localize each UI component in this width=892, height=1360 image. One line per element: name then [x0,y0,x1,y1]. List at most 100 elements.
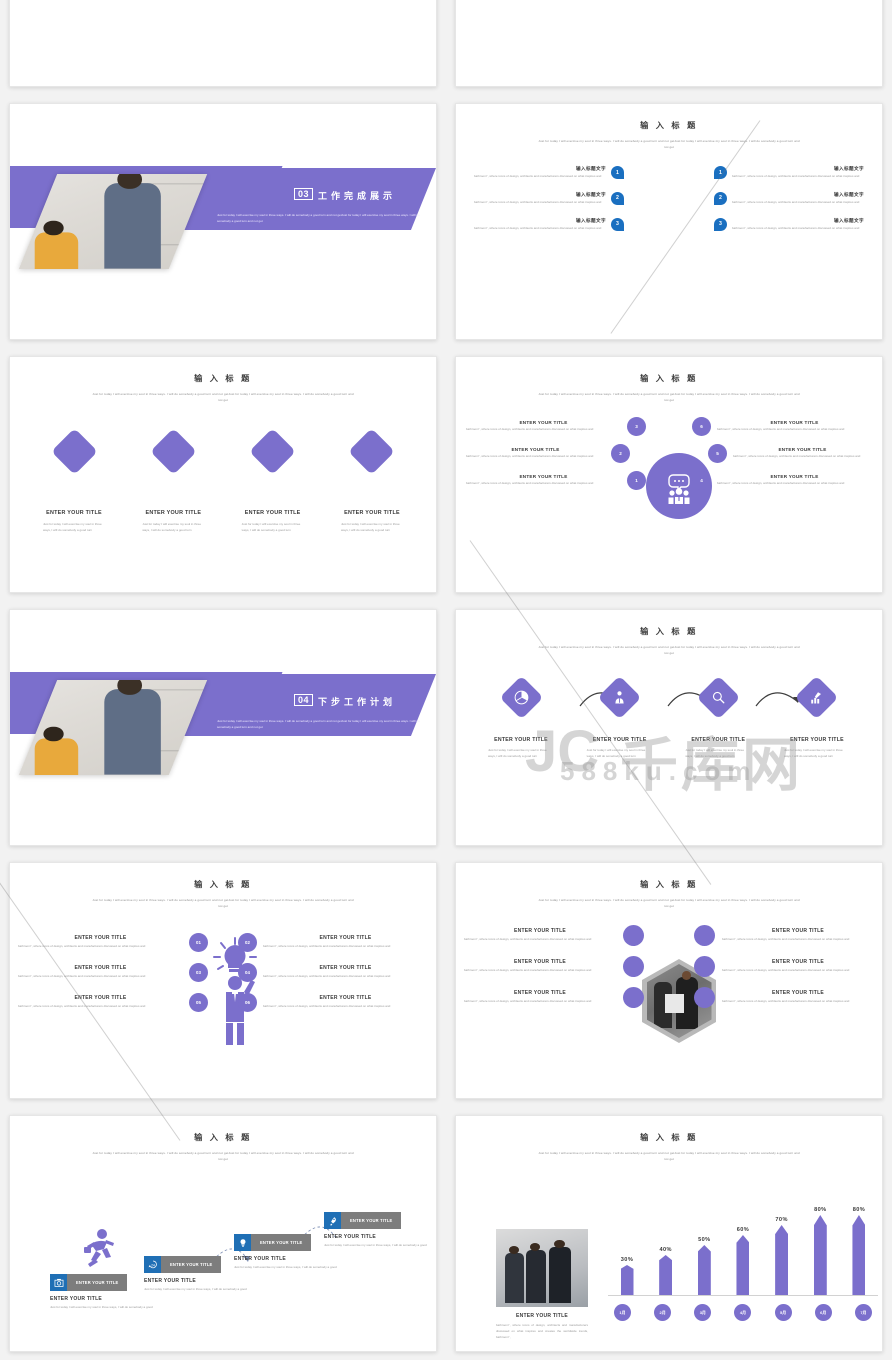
section-number: 03 [294,188,314,200]
staircase-step[interactable]: 24 ENTER YOUR TITLE [144,1256,222,1273]
slide-hexagon-six[interactable]: 输 入 标 题 Just for today I will exercise m… [455,862,883,1099]
list-item[interactable]: ENTER YOUR TITLE bathroom", where icons … [466,417,646,436]
list-item[interactable]: 输入标题文字 bathroom", where icons of design,… [474,217,624,232]
item-body: bathroom", where icons of design, archit… [464,999,592,1004]
bar-shape [697,1245,711,1295]
bar-shape [813,1215,827,1295]
list-item[interactable]: 2 输入标题文字 bathroom", where icons of desig… [714,191,864,206]
diamond-item[interactable]: ENTER YOUR TITLE Just for today I will e… [129,428,217,534]
slide-hub-six[interactable]: 输 入 标 题 Just for today I will exercise m… [455,356,883,593]
step-bar-label: ENTER YOUR TITLE [67,1274,128,1291]
slide-cell: 03 工作完成展示 Just for today I will exercise… [0,95,446,348]
slide-partial-timeline[interactable]: ENTER YOUR TITLE 2 ENTER YOUR TITLE bath… [9,0,437,87]
section-heading: 下步工作计划 [318,697,397,707]
process-step[interactable]: ENTER YOUR TITLE Just for today I will e… [673,675,763,760]
list-item[interactable]: ENTER YOUR TITLE bathroom", where icons … [18,993,208,1012]
slide-arrow-process[interactable]: 输 入 标 题 Just for today I will exercise m… [455,609,883,846]
item-body: bathroom", where icons of design, archit… [474,199,602,204]
list-item[interactable]: ENTER YOUR TITLE bathroom", where icons … [18,933,208,952]
list-item[interactable]: 04 ENTER YOUR TITLE bathroom", where ico… [238,963,428,982]
camera-icon [50,1274,67,1291]
x-axis-line [608,1295,878,1296]
list-item[interactable]: 输入标题文字 bathroom", where icons of design,… [474,191,624,206]
item-heading: ENTER YOUR TITLE [592,737,647,743]
page-subtitle: Just for today I will exercise my soul i… [538,898,800,909]
bar-item: 80% [807,1207,833,1295]
list-item[interactable]: ENTER YOUR TITLE bathroom", where icons … [464,956,644,977]
list-item[interactable]: ENTER YOUR TITLE bathroom", where icons … [694,987,874,1008]
bar-value-label: 60% [736,1227,750,1233]
bullet-circle [623,956,644,977]
item-heading: ENTER YOUR TITLE [514,959,566,966]
number-badge: 4 [692,471,711,490]
staircase-step[interactable]: ENTER YOUR TITLE [50,1274,128,1291]
item-body: Just for today I will exercise my soul i… [144,1287,247,1291]
slide-thumbnail-grid: ENTER YOUR TITLE 2 ENTER YOUR TITLE bath… [0,0,892,1360]
x-tick-label: 6月 [814,1304,832,1321]
number-badge: 6 [692,417,711,436]
list-item[interactable]: ENTER YOUR TITLE bathroom", where icons … [694,956,874,977]
diamond-item[interactable]: ENTER YOUR TITLE Just for today I will e… [30,428,118,534]
slide-staircase[interactable]: 输 入 标 题 Just for today I will exercise m… [9,1115,437,1352]
item-body: bathroom", where icons of design, archit… [722,937,850,942]
list-item[interactable]: 1 输入标题文字 bathroom", where icons of desig… [714,166,864,180]
staircase-caption: ENTER YOUR TITLE Just for today I will e… [50,1296,160,1311]
bar-item: 80% [846,1207,872,1295]
bar-item: 30% [614,1257,640,1295]
staircase-step[interactable]: ENTER YOUR TITLE [234,1234,312,1251]
staircase-step[interactable]: ENTER YOUR TITLE [324,1212,402,1229]
list-item[interactable]: 输入标题文字 bathroom", where icons of design,… [474,166,624,180]
item-heading: ENTER YOUR TITLE [319,965,372,972]
bullet-circle [623,987,644,1008]
svg-text:24: 24 [151,1263,155,1267]
slide-four-diamonds[interactable]: 输 入 标 题 Just for today I will exercise m… [9,356,437,593]
slide-cell: ENTER YOUR TITLE 2 ENTER YOUR TITLE bath… [0,0,446,95]
number-badge: 1 [714,166,727,179]
list-item[interactable]: ENTER YOUR TITLE bathroom", where icons … [18,963,208,982]
bar-item: 40% [653,1247,679,1295]
slide-section-04[interactable]: 04 下步工作计划 Just for today I will exercise… [9,609,437,846]
diamond-row: ENTER YOUR TITLE Just for today I will e… [30,428,416,534]
number-badge: 02 [238,933,257,952]
item-heading: ENTER YOUR TITLE [319,995,372,1002]
item-body: Just for today I will exercise my soul i… [340,522,400,532]
process-step[interactable]: ENTER YOUR TITLE Just for today I will e… [476,675,566,760]
item-heading: ENTER YOUR TITLE [770,420,819,426]
number-badge: 1 [611,166,624,179]
item-heading: ENTER YOUR TITLE [511,447,560,453]
slide-cell: bathroom", where icons of design, archit… [446,0,892,95]
slide-cell: 04 下步工作计划 Just for today I will exercise… [0,601,446,854]
slide-numbered-six[interactable]: 输 入 标 题 Just for today I will exercise m… [9,862,437,1099]
list-item[interactable]: 5 ENTER YOUR TITLE bathroom", where icon… [692,444,872,463]
item-heading: 输入标题文字 [576,166,606,171]
list-item[interactable]: 3 输入标题文字 bathroom", where icons of desig… [714,217,864,232]
process-step[interactable]: ENTER YOUR TITLE Just for today I will e… [772,675,862,760]
page-subtitle: Just for today I will exercise my soul i… [92,898,354,909]
slide-bar-chart[interactable]: 输 入 标 题 Just for today I will exercise m… [455,1115,883,1352]
item-body: Just for today I will exercise my soul i… [685,748,745,758]
list-item[interactable]: 6 ENTER YOUR TITLE bathroom", where icon… [692,417,872,436]
process-step[interactable]: ENTER YOUR TITLE Just for today I will e… [575,675,665,760]
diamond-item[interactable]: ENTER YOUR TITLE Just for today I will e… [229,428,317,534]
item-heading: ENTER YOUR TITLE [519,420,568,426]
slide-partial-columns[interactable]: bathroom", where icons of design, archit… [455,0,883,87]
item-body: Just for today I will exercise my soul i… [241,522,301,532]
list-item[interactable]: ENTER YOUR TITLE bathroom", where icons … [466,444,646,463]
list-item[interactable]: 06 ENTER YOUR TITLE bathroom", where ico… [238,993,428,1012]
list-item[interactable]: 4 ENTER YOUR TITLE bathroom", where icon… [692,471,872,490]
list-item[interactable]: ENTER YOUR TITLE bathroom", where icons … [464,987,644,1008]
slide-section-03[interactable]: 03 工作完成展示 Just for today I will exercise… [9,103,437,340]
list-item[interactable]: ENTER YOUR TITLE bathroom", where icons … [466,471,646,490]
step-bar-label: ENTER YOUR TITLE [161,1256,222,1273]
number-badge: 06 [238,993,257,1012]
item-heading: ENTER YOUR TITLE [50,1296,102,1302]
item-heading: ENTER YOUR TITLE [691,737,746,743]
diamond-item[interactable]: ENTER YOUR TITLE Just for today I will e… [328,428,416,534]
list-item[interactable]: 02 ENTER YOUR TITLE bathroom", where ico… [238,933,428,952]
page-subtitle: Just for today I will exercise my soul i… [538,645,800,656]
list-item[interactable]: ENTER YOUR TITLE bathroom", where icons … [694,925,874,946]
slide-drops[interactable]: 输 入 标 题 Just for today I will exercise m… [455,103,883,340]
list-item[interactable]: ENTER YOUR TITLE bathroom", where icons … [464,925,644,946]
bar-value-label: 70% [775,1217,788,1223]
item-body: Just for today I will exercise my soul i… [50,1305,153,1309]
